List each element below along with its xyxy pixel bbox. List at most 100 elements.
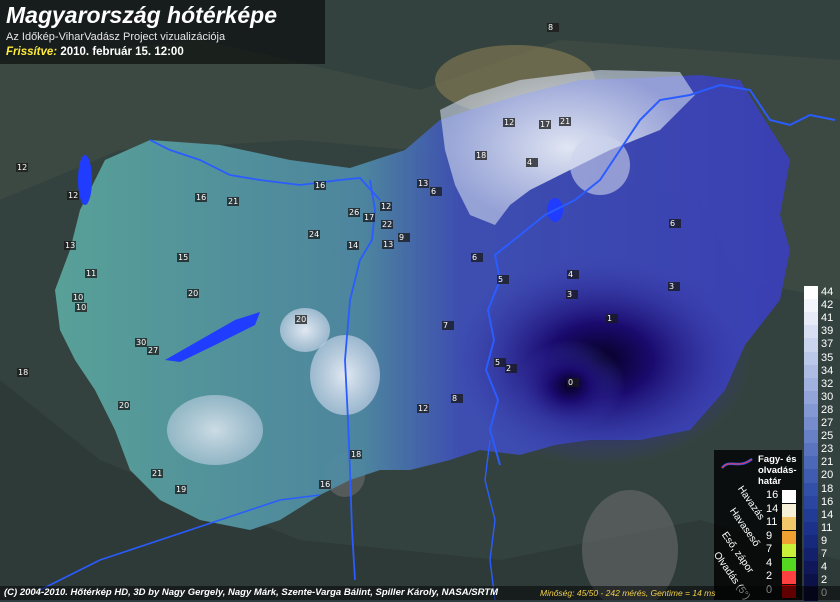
station-value: 12: [17, 163, 27, 172]
station-value: 0: [568, 378, 573, 387]
scale-step: 35: [804, 351, 840, 365]
footer-bar: (C) 2004-2010. Hőtérkép HD, 3D by Nagy G…: [0, 586, 840, 600]
scale-step: 28: [804, 403, 840, 418]
quality-text: Minőség: 45/50 - 242 mérés, Gentime = 14…: [540, 588, 716, 598]
scale-step: 16: [804, 495, 840, 509]
scale-swatch: [804, 325, 818, 339]
station-value: 12: [418, 404, 428, 413]
scale-swatch: [804, 456, 818, 470]
scale-swatch: [804, 469, 818, 483]
station-value: 16: [315, 181, 325, 190]
scale-swatch: [804, 430, 818, 444]
scale-value: 34: [821, 364, 834, 377]
station-value: 18: [476, 151, 486, 160]
scale-value: 16: [821, 495, 834, 508]
legend-value: 11: [766, 516, 778, 528]
scale-step: 27: [804, 417, 840, 431]
scale-value: 30: [821, 390, 834, 403]
scale-step: 30: [804, 390, 840, 405]
scale-value: 20: [821, 469, 834, 482]
updated-label: Frissítve:: [6, 46, 58, 58]
scale-swatch: [804, 338, 818, 352]
scale-swatch: [804, 561, 818, 575]
scale-value: 42: [821, 299, 834, 312]
scale-value: 41: [821, 312, 834, 325]
scale-step: 42: [804, 299, 840, 313]
scale-value: 37: [821, 338, 834, 351]
scale-swatch: [804, 534, 818, 549]
scale-swatch: [804, 521, 818, 536]
station-value: 27: [148, 346, 158, 355]
frost-line-label: Fagy- és olvadás-határ: [758, 454, 797, 487]
station-value: 13: [65, 241, 75, 250]
station-value: 16: [320, 480, 330, 489]
scale-step: 18: [804, 482, 840, 496]
scale-value: 18: [821, 482, 834, 495]
station-value: 14: [348, 241, 358, 250]
station-value: 3: [669, 282, 674, 291]
scale-step: 44: [804, 286, 840, 300]
legend-value: 2: [766, 570, 773, 582]
station-value: 17: [364, 213, 374, 222]
scale-swatch: [804, 417, 818, 431]
station-value: 17: [540, 120, 550, 129]
legend-swatch: [782, 530, 796, 544]
snow-depth-scale: 44 42 41 39 37 35 34 32 30 28 27 25 23 21 20 18 16 14 11 9 7…: [804, 286, 840, 601]
scale-value: 28: [821, 403, 834, 416]
station-value: 12: [504, 118, 514, 127]
scale-step: 7: [804, 548, 840, 562]
scale-step: 39: [804, 325, 840, 339]
scale-swatch: [804, 299, 818, 313]
station-value: 6: [670, 219, 675, 228]
station-value: 6: [472, 253, 477, 262]
page-subtitle: Az Időkép-ViharVadász Project vizualizác…: [6, 31, 226, 43]
station-value: 16: [196, 193, 206, 202]
station-value: 10: [76, 303, 86, 312]
scale-value: 4: [821, 561, 828, 574]
scale-step: 37: [804, 338, 840, 352]
station-value: 21: [152, 469, 162, 478]
scale-swatch: [804, 495, 818, 509]
scale-swatch: [804, 482, 818, 496]
scale-step: 20: [804, 469, 840, 483]
station-value: 13: [418, 179, 428, 188]
legend-swatch: [782, 490, 796, 503]
legend-swatch: [782, 571, 796, 584]
station-value: 11: [86, 269, 96, 278]
scale-step: 21: [804, 456, 840, 470]
station-value: 24: [309, 230, 319, 239]
updated-value: 2010. február 15. 12:00: [60, 46, 184, 58]
scale-value: 23: [821, 443, 834, 456]
station-value: 12: [68, 191, 78, 200]
scale-swatch: [804, 548, 818, 562]
legend-value: 7: [766, 543, 773, 555]
copyright-text: (C) 2004-2010. Hőtérkép HD, 3D by Nagy G…: [4, 587, 498, 598]
scale-swatch: [804, 443, 818, 457]
scale-step: 34: [804, 364, 840, 378]
station-value: 6: [431, 187, 436, 196]
station-value: 4: [568, 270, 573, 279]
station-value: 4: [527, 158, 532, 167]
station-value: 3: [567, 290, 572, 299]
legend-swatch: [782, 517, 796, 530]
frost-line-icon: [721, 457, 753, 469]
station-value: 20: [119, 401, 129, 410]
station-value: 8: [548, 23, 553, 32]
scale-step: 25: [804, 430, 840, 444]
station-value: 5: [498, 275, 503, 284]
scale-step: 23: [804, 443, 840, 457]
station-value: 18: [18, 368, 28, 377]
station-value: 8: [452, 394, 457, 403]
station-value: 12: [381, 202, 391, 211]
legend-value: 14: [766, 502, 779, 515]
legend-swatch: [782, 503, 796, 517]
legend-value: 16: [766, 489, 779, 501]
station-value: 7: [443, 321, 448, 330]
station-value: 9: [399, 233, 404, 242]
station-value: 2: [506, 364, 511, 373]
scale-step: 9: [804, 534, 840, 549]
updated-line: Frissítve: 2010. február 15. 12:00: [6, 46, 184, 58]
scale-value: 7: [821, 548, 828, 560]
scale-value: 32: [821, 377, 834, 390]
station-value: 21: [228, 197, 238, 206]
